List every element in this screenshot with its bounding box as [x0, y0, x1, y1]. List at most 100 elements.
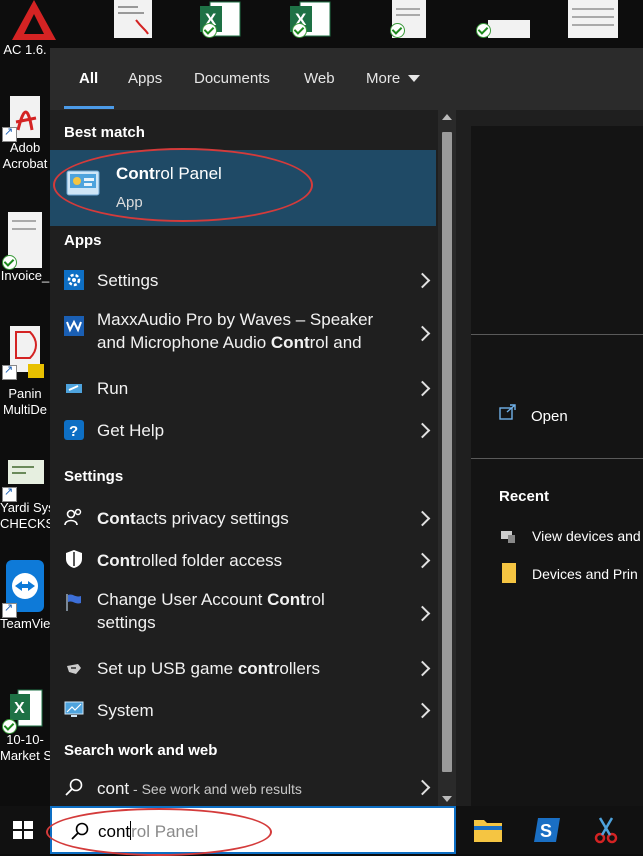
sync-check-icon: [292, 23, 307, 38]
divider: [471, 458, 643, 459]
acrobat-icon: [2, 96, 44, 142]
chevron-right-icon[interactable]: [414, 380, 431, 397]
result-web-search[interactable]: cont - See work and web results: [50, 768, 436, 806]
chevron-right-icon[interactable]: [414, 702, 431, 719]
search-icon: [65, 778, 83, 796]
open-action[interactable]: Open: [471, 400, 643, 436]
shortcut-arrow-icon: [2, 601, 17, 618]
match-highlight: Cont: [97, 509, 136, 528]
result-label: Settings: [97, 271, 159, 290]
excel-desktop-icon[interactable]: X: [196, 0, 256, 44]
search-icon: [71, 822, 89, 840]
desktop-item-panin[interactable]: Panin MultiDe: [0, 326, 50, 418]
active-tab-indicator: [64, 106, 114, 109]
result-label: MaxxAudio Pro by Waves – Speaker and Mic…: [97, 308, 397, 354]
match-highlight: Cont: [97, 551, 136, 570]
open-icon: [499, 404, 516, 420]
chevron-right-icon[interactable]: [414, 660, 431, 677]
desktop-item-label: Adob: [9, 140, 41, 155]
chevron-right-icon[interactable]: [414, 272, 431, 289]
result-controlled-folder[interactable]: Controlled folder access: [50, 538, 436, 580]
result-uac-settings[interactable]: Change User Account Control settings: [50, 580, 436, 646]
start-button[interactable]: [0, 806, 50, 854]
chevron-right-icon[interactable]: [414, 779, 431, 796]
desktop-item-acrobat[interactable]: Adob Acrobat: [0, 96, 50, 172]
document-icon: [2, 212, 44, 270]
result-label: cont - See work and web results: [97, 777, 302, 801]
chevron-right-icon[interactable]: [414, 552, 431, 569]
scroll-down-arrow-icon[interactable]: [442, 796, 452, 802]
desktop-item-label: Market S: [0, 748, 50, 763]
snipping-tool-taskbar-button[interactable]: [588, 812, 624, 848]
scissors-icon: [594, 817, 618, 844]
tab-documents[interactable]: Documents: [194, 70, 270, 87]
excel-icon: X: [2, 688, 44, 734]
recent-item-label: Devices and Prin: [532, 566, 638, 582]
taskbar-search-input[interactable]: control Panel: [50, 806, 456, 854]
chevron-right-icon[interactable]: [414, 605, 431, 622]
result-run[interactable]: Run: [50, 366, 436, 408]
result-label: Run: [97, 379, 129, 398]
tab-apps[interactable]: Apps: [128, 70, 162, 87]
result-system[interactable]: System: [50, 688, 436, 730]
results-list: Best match Control Panel App Apps Settin…: [50, 110, 438, 806]
scroll-up-arrow-icon[interactable]: [442, 114, 452, 120]
invoice-desktop-icon[interactable]: [474, 0, 534, 44]
document-icon: [114, 0, 152, 38]
open-label: Open: [531, 408, 568, 425]
web-suffix: - See work and web results: [129, 781, 302, 797]
shortcut-arrow-icon: [2, 125, 17, 142]
calendar-desktop-icon[interactable]: [564, 0, 624, 44]
desktop-item-invoice[interactable]: Invoice_: [0, 212, 50, 284]
result-maxxaudio[interactable]: MaxxAudio Pro by Waves – Speaker and Mic…: [50, 300, 436, 366]
recent-item[interactable]: Devices and Prin: [471, 562, 643, 590]
app-taskbar-button[interactable]: S: [530, 812, 566, 848]
section-heading-settings: Settings: [64, 468, 124, 485]
autocomplete-text: rol Panel: [131, 822, 199, 841]
folder-icon: [474, 820, 502, 842]
desktop-item-label: 10-10-: [6, 732, 44, 747]
desktop-item-label: AC 1.6.: [3, 42, 47, 57]
svg-text:?: ?: [69, 423, 78, 440]
best-match-control-panel[interactable]: Control Panel App: [50, 150, 436, 226]
chevron-right-icon[interactable]: [414, 510, 431, 527]
tab-all[interactable]: All: [79, 70, 98, 87]
control-panel-icon: [66, 170, 100, 196]
result-label: Controlled folder access: [97, 549, 282, 572]
folder-icon: [502, 563, 516, 583]
ivms-desktop-icon[interactable]: [4, 0, 64, 44]
ivms-icon: [12, 0, 56, 40]
report-desktop-icon[interactable]: [108, 0, 168, 44]
section-heading-apps: Apps: [64, 232, 102, 249]
recent-item-label: View devices and: [532, 528, 641, 544]
recent-item[interactable]: View devices and: [471, 524, 643, 552]
desktop-item-yardi[interactable]: Yardi Sys CHECKS: [0, 456, 50, 532]
result-contacts-privacy[interactable]: Contacts privacy settings: [50, 496, 436, 538]
match-highlight: cont: [237, 659, 274, 678]
best-match-title: Control Panel: [116, 164, 222, 184]
results-scrollbar[interactable]: [438, 110, 456, 806]
shortcut-arrow-icon: [2, 363, 17, 380]
result-get-help[interactable]: ? Get Help: [50, 408, 436, 450]
doc-desktop-icon[interactable]: [384, 0, 444, 44]
gear-icon: [64, 270, 84, 290]
file-explorer-taskbar-button[interactable]: [470, 812, 506, 848]
tab-web[interactable]: Web: [304, 70, 335, 87]
result-settings[interactable]: Settings: [50, 258, 436, 300]
result-label: Change User Account Control settings: [97, 588, 387, 634]
chevron-right-icon[interactable]: [414, 422, 431, 439]
chevron-right-icon[interactable]: [414, 325, 431, 342]
desktop-item-label: Acrobat: [2, 156, 48, 171]
desktop-item-teamviewer[interactable]: TeamVie: [0, 560, 50, 632]
search-query: control Panel: [98, 821, 198, 842]
desktop-item-ivms[interactable]: AC 1.6.: [0, 42, 50, 58]
desktop-item-market[interactable]: X 10-10- Market S: [0, 688, 50, 764]
panin-icon: [2, 326, 44, 386]
label-prefix: Set up USB game: [97, 659, 238, 678]
tab-more[interactable]: More: [366, 70, 421, 87]
result-usb-game-controllers[interactable]: Set up USB game controllers: [50, 646, 436, 688]
desktop-item-label: TeamVie: [0, 616, 50, 631]
excel2-desktop-icon[interactable]: X: [286, 0, 346, 44]
scrollbar-thumb[interactable]: [442, 132, 452, 772]
label-suffix: rol and: [309, 333, 362, 352]
